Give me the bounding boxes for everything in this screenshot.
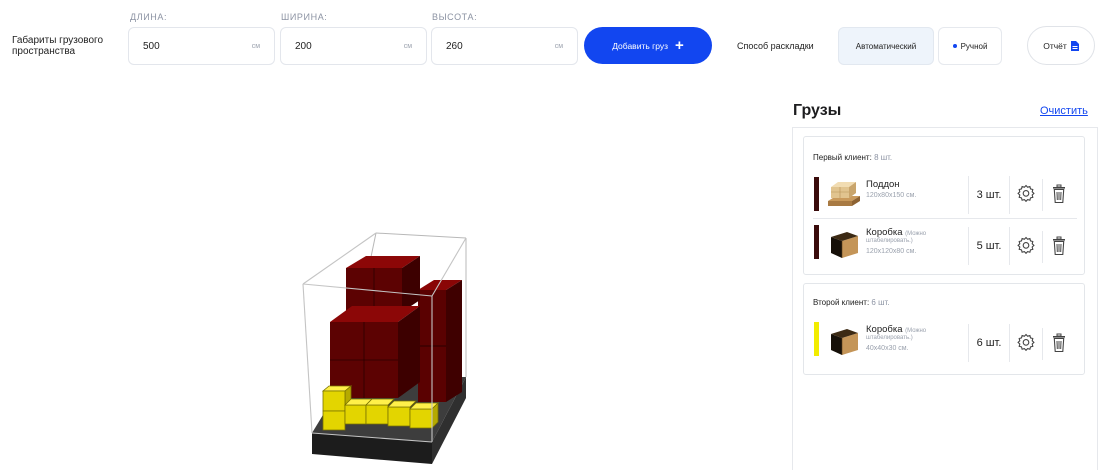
cargo-note: (Можно: [905, 328, 927, 334]
cargo-item[interactable]: Коробка (Можно штабелировать.) 40x40x30 …: [812, 320, 1077, 366]
cargo-size: 40x40x30 см.: [866, 345, 909, 352]
trash-icon[interactable]: [1052, 333, 1066, 353]
box-icon: [831, 329, 858, 355]
cargo-panel-title: Грузы: [793, 102, 842, 119]
pallet-icon: [828, 182, 860, 206]
client-name: Второй клиент:: [813, 298, 870, 307]
trash-icon[interactable]: [1052, 184, 1066, 204]
height-label: ВЫСОТА:: [432, 12, 478, 22]
cargo-name: Коробка (Можно: [866, 324, 926, 335]
client-card: Второй клиент: 6 шт. Коробка (Можно штаб…: [803, 283, 1085, 375]
client-header: Первый клиент: 8 шт.: [813, 153, 892, 162]
cargo-name: Поддон: [866, 179, 900, 190]
gear-icon[interactable]: [1016, 236, 1036, 256]
client-count: 8 шт.: [874, 153, 893, 162]
client-count: 6 шт.: [871, 298, 890, 307]
cargo-item[interactable]: Поддон 120x80x150 см. 3 шт.: [812, 175, 1077, 215]
layout-mode-label: Способ раскладки: [737, 41, 814, 51]
height-unit: см: [554, 43, 563, 50]
height-value: 260: [446, 41, 463, 52]
cargo-size: 120x80x150 см.: [866, 192, 917, 199]
clear-link[interactable]: Очистить: [1040, 105, 1088, 117]
height-field[interactable]: 260 см: [431, 27, 578, 65]
client-card: Первый клиент: 8 шт. Поддон 120x80x150 с…: [803, 136, 1085, 275]
bullet-icon: [952, 44, 957, 48]
client-header: Второй клиент: 6 шт.: [813, 298, 890, 307]
row-separator: [1042, 328, 1043, 360]
row-separator: [1042, 231, 1043, 263]
dimensions-title: Габариты грузового пространства: [12, 35, 104, 57]
layout-mode-automatic-label: Автоматический: [855, 41, 917, 51]
cargo-name-text: Коробка: [866, 324, 903, 335]
add-cargo-label: Добавить груз: [612, 40, 669, 51]
report-label: Отчёт: [1043, 40, 1067, 51]
add-cargo-button[interactable]: Добавить груз +: [584, 27, 712, 64]
client-name: Первый клиент:: [813, 153, 872, 162]
width-field[interactable]: 200 см: [280, 27, 427, 65]
cargo-item[interactable]: Коробка (Можно штабелировать.) 120x120x8…: [812, 223, 1077, 269]
cargo-color-swatch: [814, 322, 819, 356]
cargo-quantity: 6 шт.: [968, 324, 1010, 362]
layout-mode-manual[interactable]: Ручной: [938, 27, 1002, 65]
gear-icon[interactable]: [1016, 184, 1036, 204]
cargo-note: (Можно: [905, 231, 927, 237]
width-value: 200: [295, 41, 312, 52]
width-label: ШИРИНА:: [281, 12, 328, 22]
length-label: ДЛИНА:: [130, 12, 168, 22]
layout-mode-manual-label: Ручной: [960, 41, 988, 51]
width-unit: см: [403, 43, 412, 50]
length-field[interactable]: 500 см: [128, 27, 275, 65]
cargo-color-swatch: [814, 177, 819, 211]
cargo-space-3d-view[interactable]: [296, 228, 476, 466]
length-value: 500: [143, 41, 160, 52]
length-unit: см: [251, 43, 260, 50]
box-icon: [831, 232, 858, 258]
document-icon: [1070, 40, 1079, 51]
cargo-note-continued: штабелировать.): [866, 238, 913, 244]
cargo-color-swatch: [814, 225, 819, 259]
cargo-name: Коробка (Можно: [866, 227, 926, 238]
row-separator: [1042, 179, 1043, 211]
cargo-quantity: 5 шт.: [968, 227, 1010, 265]
cargo-quantity: 3 шт.: [968, 176, 1010, 214]
cargo-name-text: Коробка: [866, 227, 903, 238]
cargo-note-continued: штабелировать.): [866, 335, 913, 341]
top-toolbar: Габариты грузового пространства ДЛИНА: 5…: [0, 0, 1098, 80]
report-button[interactable]: Отчёт: [1027, 26, 1095, 65]
cargo-size: 120x120x80 см.: [866, 248, 917, 255]
gear-icon[interactable]: [1016, 333, 1036, 353]
row-divider: [813, 218, 1077, 219]
layout-mode-automatic[interactable]: Автоматический: [838, 27, 934, 65]
plus-icon: +: [675, 36, 684, 54]
trash-icon[interactable]: [1052, 236, 1066, 256]
